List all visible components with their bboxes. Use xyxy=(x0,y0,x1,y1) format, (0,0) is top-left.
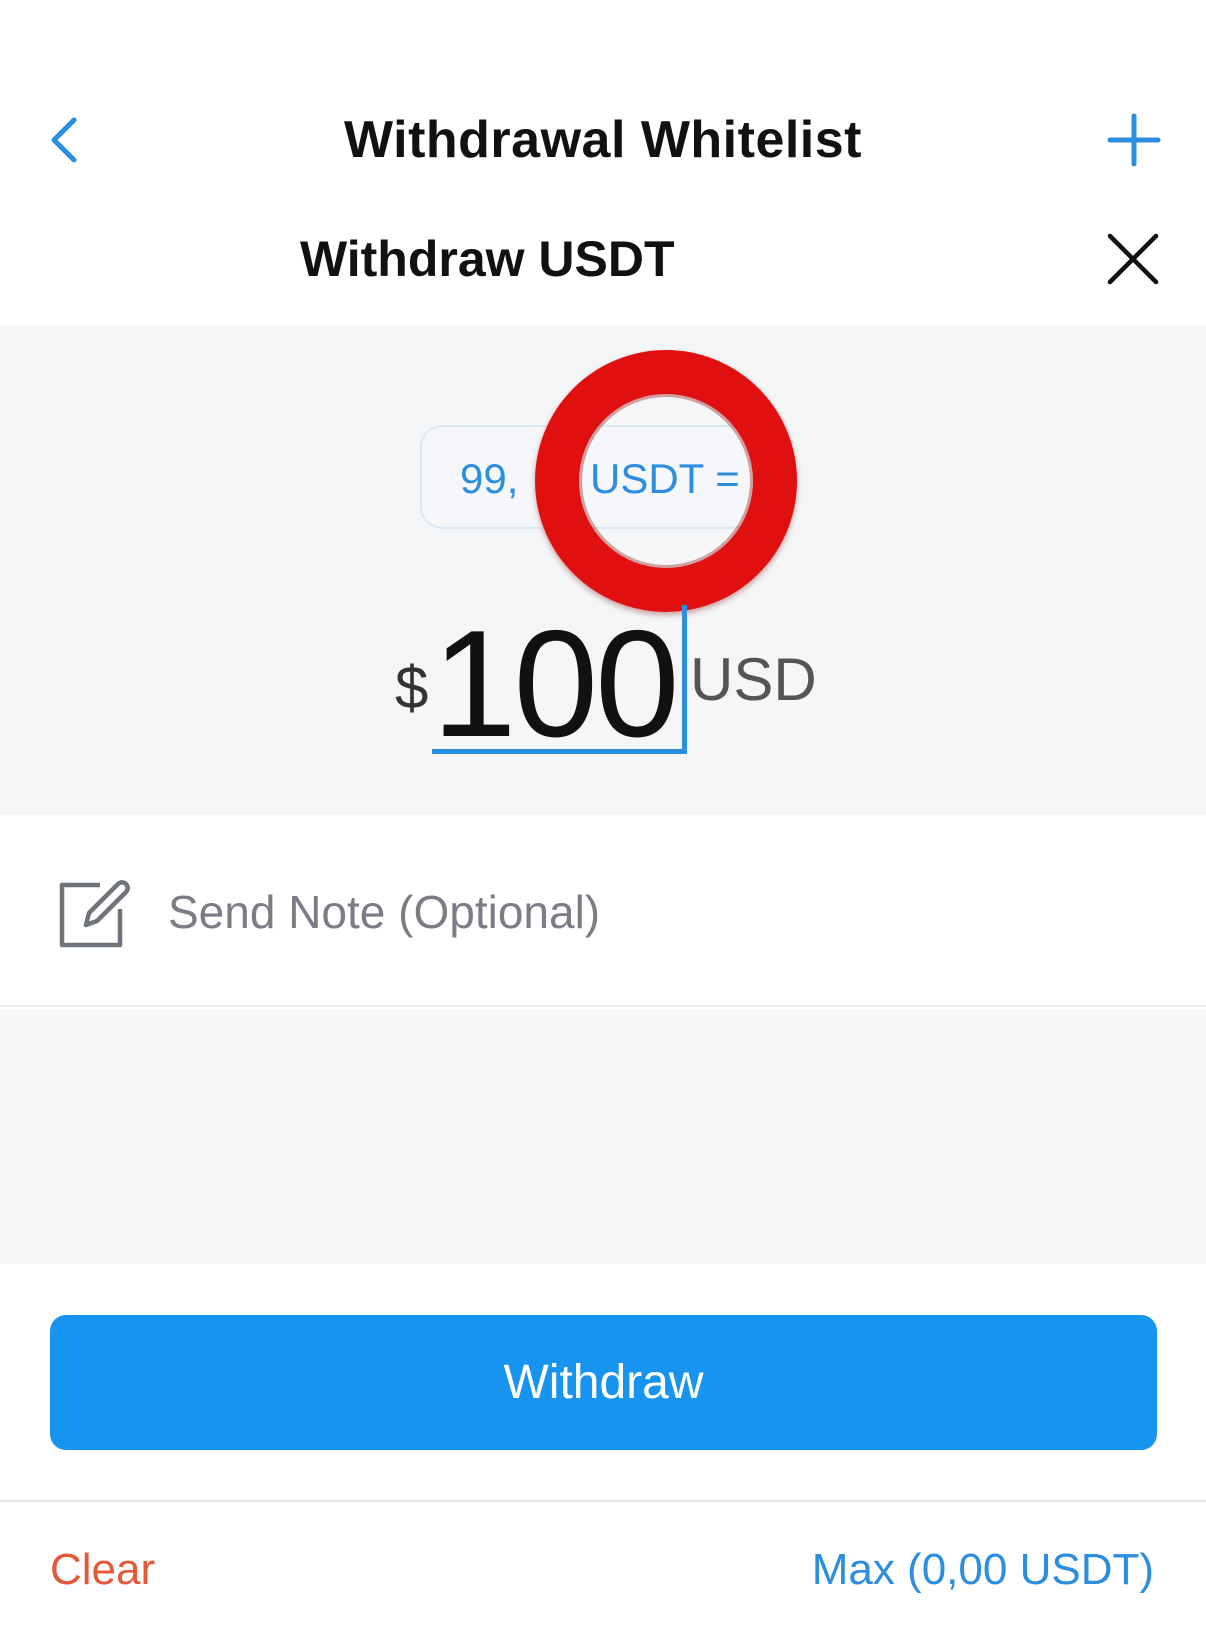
divider xyxy=(0,1500,1206,1502)
amount-panel: 99, USDT = $ 100 USD xyxy=(0,325,1206,815)
edit-note-icon xyxy=(59,880,130,948)
sheet-header: Withdraw USDT xyxy=(0,205,1206,325)
page-title: Withdrawal Whitelist xyxy=(344,111,862,169)
clear-button[interactable]: Clear xyxy=(50,1545,155,1595)
rate-amount: 99, xyxy=(460,455,519,502)
sheet-title: Withdraw USDT xyxy=(300,231,675,287)
max-amount-button[interactable]: Max (0,00 USDT) xyxy=(812,1545,1154,1595)
spacer-panel xyxy=(0,1009,1206,1264)
amount-underline xyxy=(432,749,687,754)
currency-symbol: $ xyxy=(395,654,429,721)
text-caret xyxy=(682,605,687,753)
send-note-placeholder: Send Note (Optional) xyxy=(168,886,601,938)
amount-currency: USD xyxy=(690,646,817,713)
amount-value[interactable]: 100 xyxy=(432,597,680,772)
close-button[interactable] xyxy=(1104,230,1162,288)
close-icon xyxy=(1107,233,1159,285)
withdraw-button[interactable]: Withdraw xyxy=(50,1315,1157,1450)
withdraw-screen: Withdrawal Whitelist Withdraw USDT 99, U… xyxy=(0,0,1206,1632)
amount-input[interactable]: $ 100 USD xyxy=(0,599,1206,769)
highlight-circle-annotation xyxy=(535,350,797,612)
navigation-bar: Withdrawal Whitelist xyxy=(0,0,1206,210)
plus-icon xyxy=(1107,113,1161,167)
add-address-button[interactable] xyxy=(1106,112,1162,168)
send-note-field[interactable]: Send Note (Optional) xyxy=(0,815,1206,1007)
